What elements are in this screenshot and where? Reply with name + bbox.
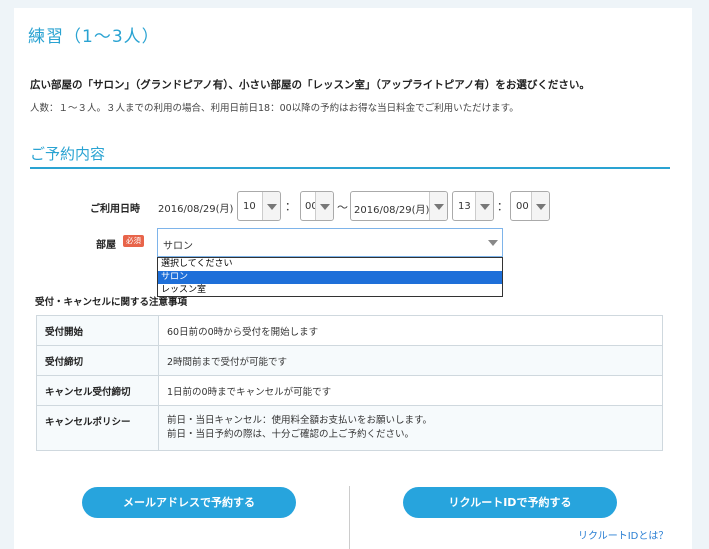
recruit-reserve-button[interactable]: リクルートIDで予約する <box>403 487 617 518</box>
chevron-down-icon <box>484 229 502 256</box>
notice-table: 受付開始 60日前の0時から受付を開始します 受付締切 2時間前まで受付が可能で… <box>36 315 663 451</box>
chevron-down-icon <box>262 192 280 220</box>
range-tilde: 〜 <box>337 201 348 214</box>
start-date[interactable]: 2016/08/29(月) <box>158 200 233 215</box>
notice-key: 受付締切 <box>36 345 159 376</box>
notice-key: キャンセルポリシー <box>36 405 159 451</box>
email-reserve-button[interactable]: メールアドレスで予約する <box>82 487 296 518</box>
notice-key: キャンセル受付締切 <box>36 375 159 406</box>
room-select-value: サロン <box>163 241 193 252</box>
start-hour-value: 10 <box>243 201 256 212</box>
end-date-select[interactable]: 2016/08/29(月) <box>350 191 448 221</box>
time-colon: ： <box>285 200 296 213</box>
section-divider <box>30 167 670 169</box>
end-hour-value: 13 <box>458 201 471 212</box>
policy-line: 前日・当日予約の際は、十分ご確認の上ご予約ください。 <box>167 429 415 440</box>
policy-line: 前日・当日キャンセル：使用料全額お支払いをお願いします。 <box>167 415 433 426</box>
time-colon-end: ： <box>497 200 508 213</box>
table-row: キャンセルポリシー 前日・当日キャンセル：使用料全額お支払いをお願いします。 前… <box>36 405 663 451</box>
room-select[interactable]: サロン <box>157 228 503 257</box>
notice-value: 2時間前まで受付が可能です <box>158 345 663 376</box>
notice-key: 受付開始 <box>36 315 159 346</box>
table-row: 受付開始 60日前の0時から受付を開始します <box>36 315 663 346</box>
lead-text: 広い部屋の「サロン」（グランドピアノ有）、小さい部屋の「レッスン室」（アップライ… <box>30 79 590 91</box>
end-minute-select[interactable]: 00 <box>510 191 550 221</box>
notice-value: 前日・当日キャンセル：使用料全額お支払いをお願いします。 前日・当日予約の際は、… <box>158 405 663 451</box>
room-option-salon[interactable]: サロン <box>158 271 502 284</box>
notice-value: 1日前の0時までキャンセルが可能です <box>158 375 663 406</box>
table-row: キャンセル受付締切 1日前の0時までキャンセルが可能です <box>36 375 663 406</box>
required-badge: 必須 <box>123 235 144 247</box>
section-title-reservation: ご予約内容 <box>30 145 106 163</box>
room-dropdown-list: 選択してください サロン レッスン室 <box>157 257 503 297</box>
room-option-placeholder[interactable]: 選択してください <box>158 258 502 271</box>
chevron-down-icon <box>531 192 549 220</box>
chevron-down-icon <box>475 192 493 220</box>
date-label: ご利用日時 <box>90 204 140 215</box>
table-row: 受付締切 2時間前まで受付が可能です <box>36 345 663 376</box>
start-hour-select[interactable]: 10 <box>237 191 281 221</box>
end-minute-value: 00 <box>516 201 529 212</box>
page-title: 練習（1〜3人） <box>28 27 160 47</box>
notice-value: 60日前の0時から受付を開始します <box>158 315 663 346</box>
room-option-lesson[interactable]: レッスン室 <box>158 284 502 297</box>
end-date-value: 2016/08/29(月) <box>354 205 430 216</box>
room-label: 部屋 <box>96 240 116 251</box>
start-minute-select-box[interactable]: 00 <box>300 191 334 221</box>
end-hour-select[interactable]: 13 <box>452 191 494 221</box>
chevron-down-icon <box>315 192 333 220</box>
capacity-note: 人数：１〜３人。３人までの利用の場合、利用日前日18：00以降の予約はお得な当日… <box>30 103 519 114</box>
chevron-down-icon <box>429 192 447 220</box>
button-divider <box>349 486 350 549</box>
recruit-id-help-link[interactable]: リクルートIDとは？ <box>578 527 668 542</box>
